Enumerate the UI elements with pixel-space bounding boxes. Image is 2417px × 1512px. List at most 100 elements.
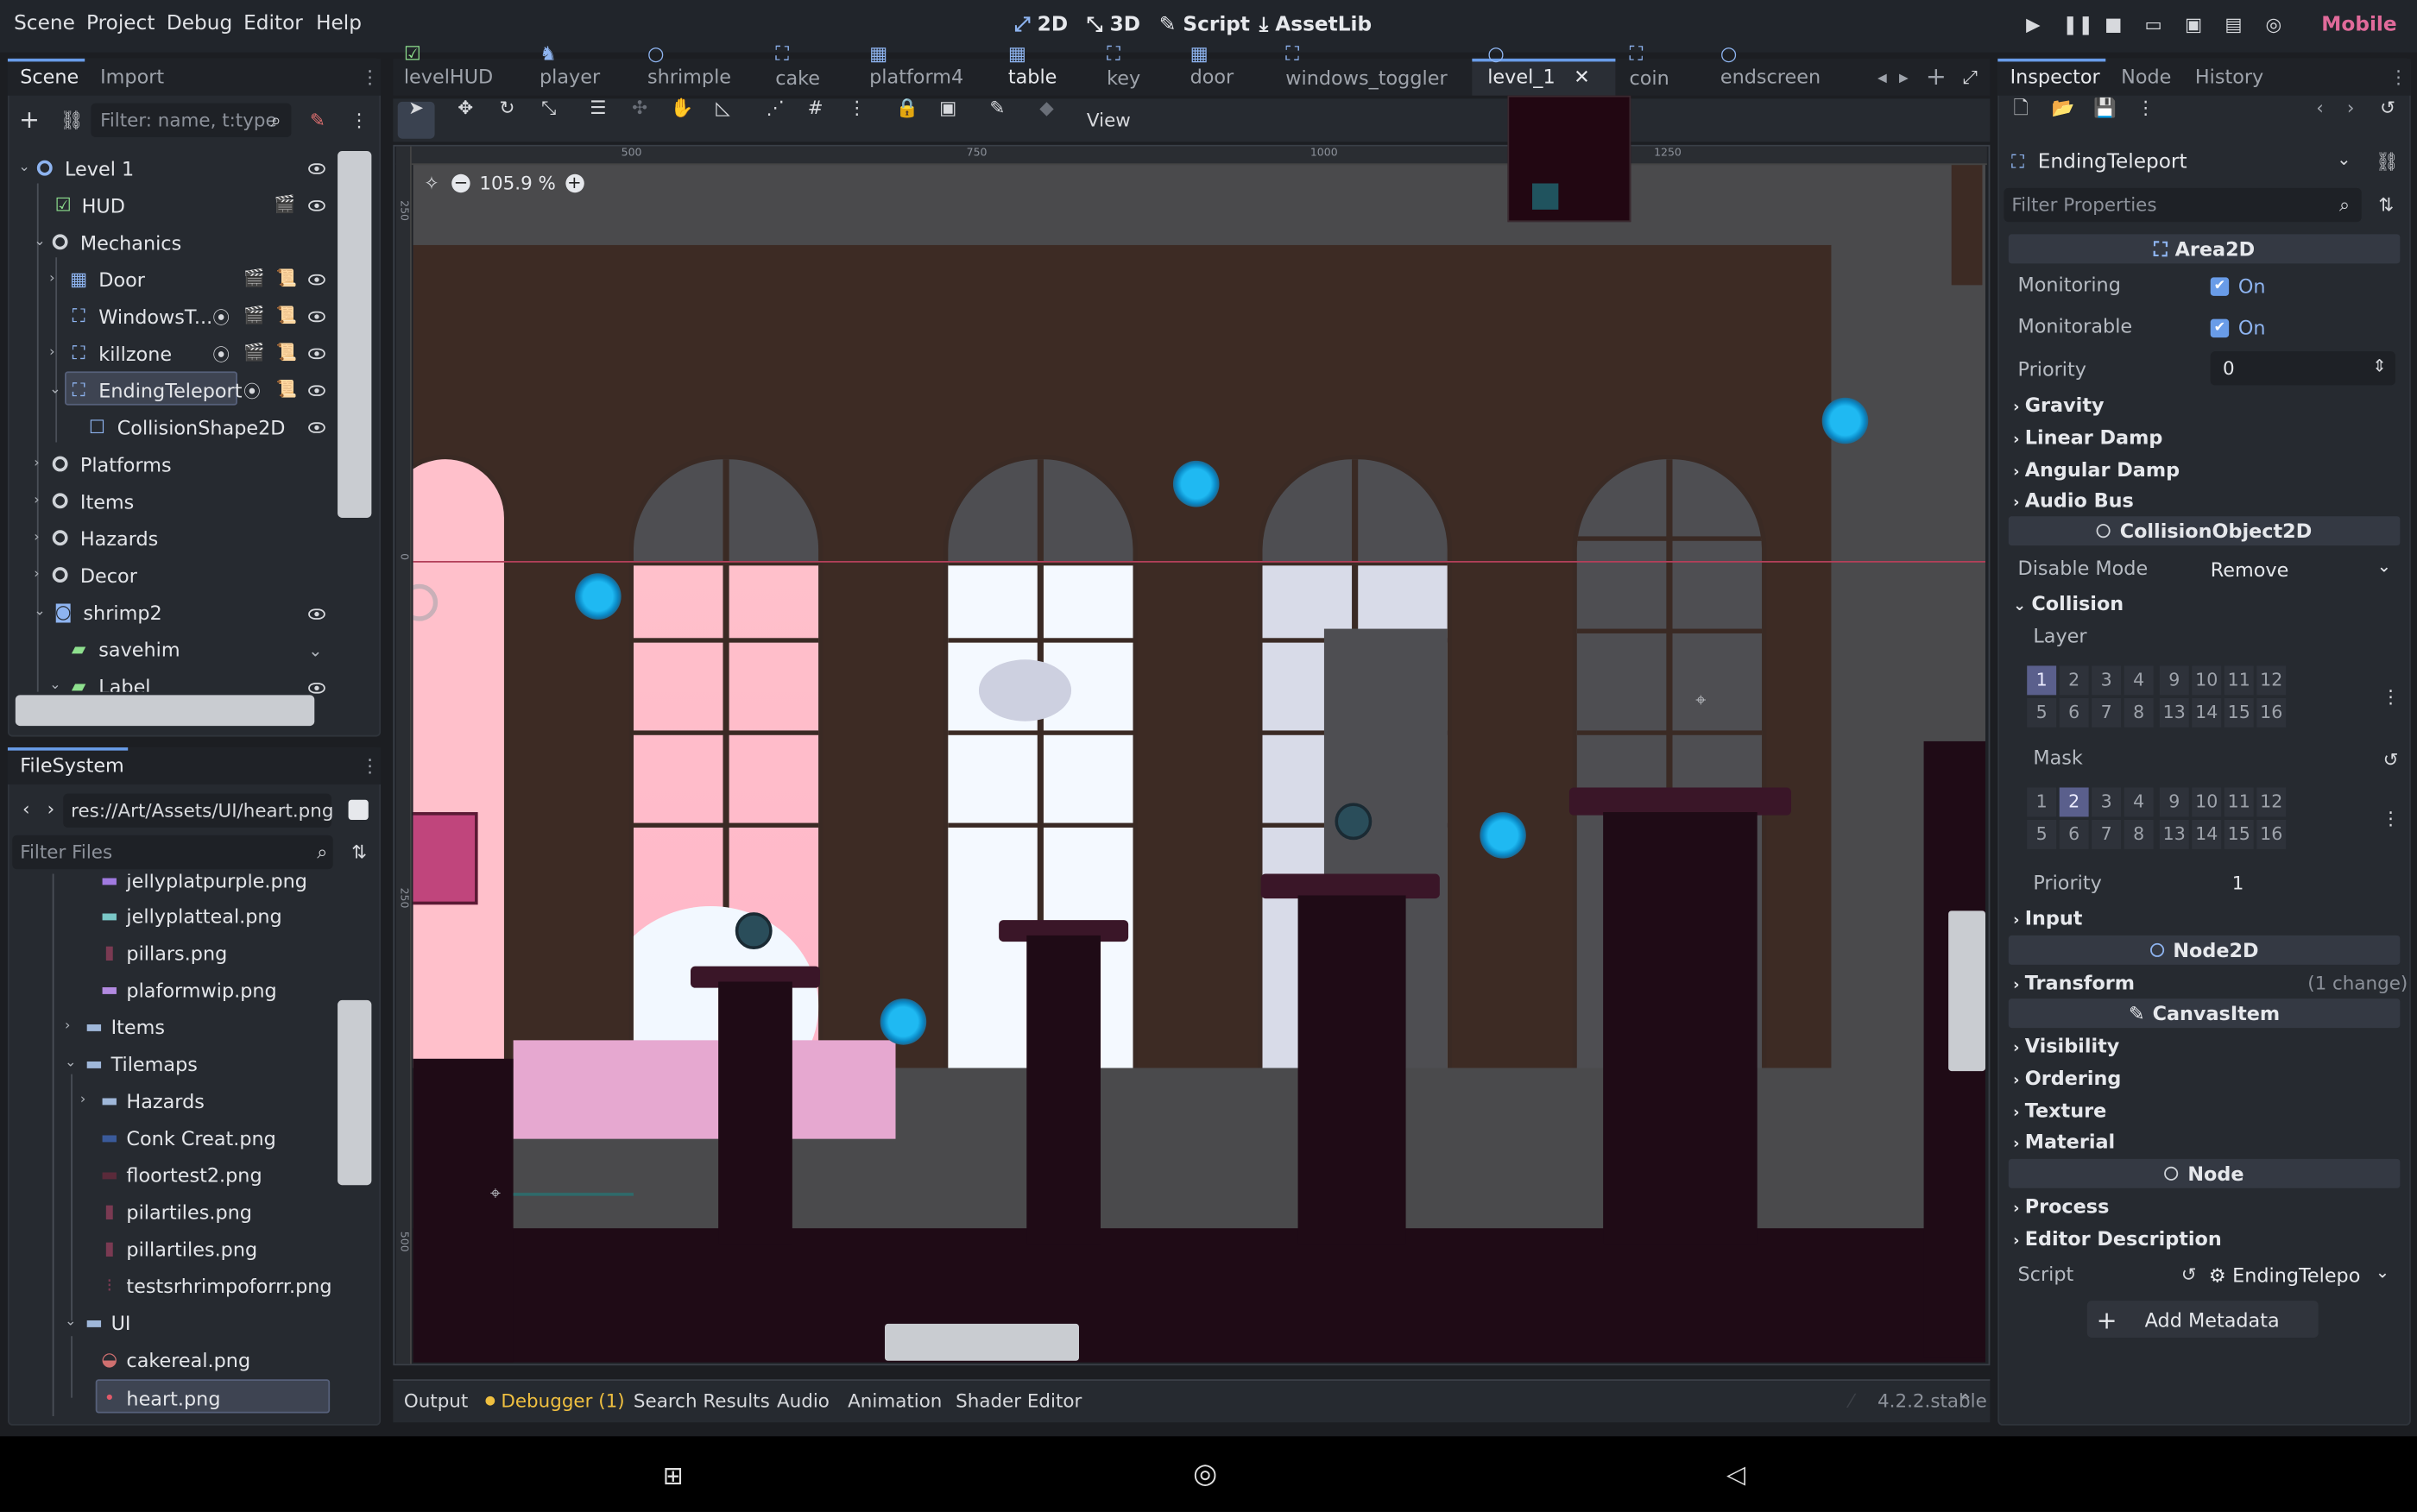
group-visibility[interactable]: › Visibility (2013, 1034, 2119, 1057)
script-attached-icon[interactable]: 📜 (276, 342, 297, 362)
tab-level-1[interactable]: ○ level_1 ✕ (1487, 41, 1590, 88)
mask-bit[interactable]: 10 (2192, 787, 2222, 817)
tab-inspector[interactable]: Inspector (2010, 65, 2100, 88)
layer-bit[interactable]: 6 (2059, 697, 2089, 728)
visibility-eye-icon[interactable] (308, 683, 325, 694)
file-item[interactable]: ◒ cakereal.png (98, 1342, 250, 1376)
canvas-vscrollbar[interactable] (1948, 910, 1985, 1072)
filter-files-input[interactable]: Filter Files (12, 835, 333, 870)
expand-arrow-icon[interactable]: › (34, 457, 52, 472)
smart-snap-icon[interactable]: ⋰ (765, 98, 786, 119)
layer-bit[interactable]: 7 (2092, 697, 2122, 728)
layer-bit[interactable]: 16 (2256, 697, 2287, 728)
tab-import[interactable]: Import (100, 65, 164, 88)
history-back-icon[interactable]: ‹ (2309, 98, 2331, 119)
tab-shrimple[interactable]: ○ shrimple (647, 41, 731, 88)
tree-item-mechanics[interactable]: ⌄ Mechanics (34, 225, 181, 259)
tree-item-level-1[interactable]: ⌄ Level 1 (18, 151, 134, 185)
group-audio-bus[interactable]: › Audio Bus (2013, 488, 2134, 512)
tab-debugger[interactable]: Debugger (1) (501, 1390, 624, 1412)
collapse-arrow-icon[interactable]: ⌄ (34, 604, 52, 620)
mask-bit[interactable]: 6 (2059, 820, 2089, 849)
visibility-eye-icon[interactable] (308, 274, 325, 286)
visibility-eye-icon[interactable] (308, 348, 325, 360)
tabs-prev-icon[interactable]: ◂ (1871, 66, 1893, 88)
menu-debug[interactable]: Debug (167, 12, 232, 35)
menu-help[interactable]: Help (316, 12, 362, 35)
menu-editor[interactable]: Editor (243, 12, 303, 35)
expand-arrow-icon[interactable]: › (49, 271, 67, 287)
tree-item-decor[interactable]: › Decor (34, 558, 137, 591)
workspace-assetlib-button[interactable]: ⤓ AssetLib (1259, 14, 1372, 37)
group-editor-description[interactable]: › Editor Description (2013, 1226, 2222, 1250)
mask-bit[interactable]: 12 (2256, 787, 2287, 817)
group-linear-damp[interactable]: › Linear Damp (2013, 425, 2162, 449)
visibility-eye-icon[interactable] (308, 311, 325, 323)
scene-menu-icon[interactable]: ⋮ (349, 110, 370, 131)
expand-arrow-icon[interactable]: › (34, 493, 52, 508)
mask-bit[interactable]: 15 (2224, 820, 2254, 849)
split-mode-icon[interactable] (348, 799, 369, 820)
layer-bit[interactable]: 2 (2059, 665, 2089, 696)
distraction-free-icon[interactable]: ⤢ (1959, 66, 1981, 88)
tree-scrollbar[interactable] (338, 151, 372, 518)
menu-scene[interactable]: Scene (14, 12, 75, 35)
mask-bit[interactable]: 4 (2124, 787, 2154, 817)
file-scrollbar[interactable] (338, 999, 372, 1186)
workspace-script-button[interactable]: ✎ Script (1159, 14, 1250, 37)
lock-icon[interactable]: 🔒 (896, 98, 919, 119)
disable-mode-select[interactable]: Remove ⌄ (2205, 551, 2399, 585)
file-item-selected[interactable]: • heart.png (98, 1381, 220, 1414)
play-icon[interactable]: ▶ (2023, 14, 2044, 35)
tab-player[interactable]: ♞ player (540, 41, 600, 88)
layer-bit[interactable]: 11 (2224, 665, 2254, 696)
group-angular-damp[interactable]: › Angular Damp (2013, 457, 2180, 481)
layer-bit[interactable]: 8 (2124, 697, 2154, 728)
chevron-down-icon[interactable]: ⌄ (308, 641, 322, 661)
expand-arrow-icon[interactable]: › (34, 567, 52, 583)
center-view-icon[interactable]: ✧ (421, 173, 443, 194)
expand-arrow-icon[interactable]: › (80, 1093, 98, 1108)
tab-node[interactable]: Node (2121, 65, 2171, 88)
object-history-icon[interactable]: ↺ (2377, 98, 2399, 119)
tab-audio[interactable]: Audio (777, 1390, 830, 1412)
node-info-icon[interactable]: ⛓ (2376, 151, 2399, 173)
tree-item-hazards[interactable]: › Hazards (34, 521, 158, 555)
group-process[interactable]: › Process (2013, 1194, 2109, 1218)
script-attached-icon[interactable]: 📜 (276, 379, 297, 399)
select-mode-icon[interactable]: ➤ (406, 98, 427, 119)
sort-icon[interactable]: ⇅ (349, 841, 370, 863)
group-input[interactable]: › Input (2013, 906, 2082, 929)
tree-item-shrimp2[interactable]: ⌄ ◙ shrimp2 (34, 595, 161, 628)
history-forward-icon[interactable]: › (2340, 98, 2362, 119)
renderer-selector[interactable]: Mobile (2321, 14, 2396, 37)
folder-item[interactable]: ⌄ ▬ UI (65, 1306, 131, 1339)
workspace-3d-button[interactable]: ⤡ 3D (1087, 14, 1140, 37)
layer-bit[interactable]: 10 (2192, 665, 2222, 696)
back-icon[interactable]: ‹ (16, 798, 37, 820)
apps-grid-icon[interactable]: ⊞ (663, 1461, 684, 1490)
tab-endscreen[interactable]: ○ endscreen (1720, 41, 1821, 88)
file-item[interactable]: ▮ pillartiles.png (98, 1232, 257, 1265)
folder-item[interactable]: › ▬ Hazards (80, 1083, 205, 1117)
coin-sprite[interactable] (575, 573, 622, 620)
layer-bit[interactable]: 5 (2027, 697, 2057, 728)
tree-item-platforms[interactable]: › Platforms (34, 447, 171, 481)
group-material[interactable]: › Material (2013, 1130, 2115, 1153)
folder-item[interactable]: ⌄ ▬ Tilemaps (65, 1047, 198, 1080)
pan-mode-icon[interactable]: ✋ (671, 98, 694, 119)
revert-icon[interactable]: ↺ (2178, 1263, 2199, 1285)
dock-menu-icon[interactable]: ⋮ (359, 755, 381, 777)
file-item[interactable]: ⁝ testsrhrimpoforrr.png (98, 1269, 331, 1302)
tab-coin[interactable]: ⛶ coin (1630, 41, 1669, 88)
grid-snap-icon[interactable]: # (805, 98, 826, 119)
workspace-2d-button[interactable]: ⤢ 2D (1014, 14, 1068, 37)
menu-project[interactable]: Project (86, 12, 155, 35)
priority-spinbox[interactable]: 0 ⇕ (2210, 351, 2395, 386)
coin-sprite[interactable] (1480, 812, 1526, 859)
collapse-arrow-icon[interactable]: ⌄ (34, 234, 52, 249)
tabs-next-icon[interactable]: ▸ (1893, 66, 1915, 88)
file-item[interactable]: ▬ jellyplatteal.png (98, 898, 282, 932)
file-item[interactable]: ▬ floortest2.png (98, 1157, 262, 1191)
collapse-arrow-icon[interactable]: ⌄ (49, 382, 67, 398)
